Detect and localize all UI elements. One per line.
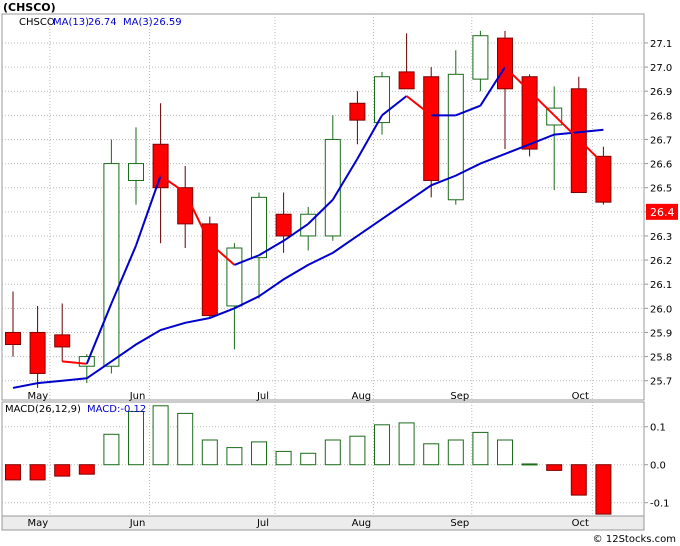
macd-tick-label: 0.0: [650, 461, 666, 472]
macd-bar: [497, 439, 513, 466]
macd-month-label: Jul: [256, 518, 269, 529]
price-month-label: Jun: [129, 391, 146, 402]
macd-bar: [324, 439, 341, 466]
candle-body: [447, 73, 464, 201]
candle-body: [324, 138, 341, 237]
candle-body: [201, 223, 218, 317]
macd-bar: [128, 411, 144, 466]
price-tick-label: 27.1: [650, 39, 672, 50]
price-tick-label: 25.9: [650, 328, 672, 339]
macd-y-axis: 0.1 0.0 -0.1: [644, 423, 670, 510]
macd-bar: [29, 464, 46, 481]
candle-body: [226, 247, 243, 307]
macd-title: MACD(26,12,9): [5, 404, 81, 415]
legend-ma13-label: MA(13): [53, 17, 89, 28]
macd-month-label: Oct: [572, 518, 589, 529]
candle-body: [497, 37, 513, 90]
month-strip: [1, 515, 645, 531]
candle-body: [103, 163, 120, 367]
macd-tick-label: -0.1: [650, 499, 670, 510]
macd-bar: [54, 464, 71, 477]
macd-bar: [103, 433, 120, 466]
price-month-label: May: [28, 391, 49, 402]
macd-month-label: Aug: [352, 518, 372, 529]
macd-month-label: Sep: [450, 518, 469, 529]
price-tick-label: 26.0: [650, 304, 672, 315]
last-price-label: 26.4: [650, 206, 675, 219]
candle-body: [54, 334, 71, 348]
price-tick-label: 26.2: [650, 256, 672, 267]
price-month-label: Oct: [572, 391, 589, 402]
price-month-label: Aug: [352, 391, 372, 402]
candle-body: [472, 35, 489, 80]
candle-body: [349, 102, 366, 121]
macd-bar: [201, 439, 218, 466]
candle-body: [521, 76, 538, 150]
macd-bar: [300, 452, 317, 466]
candle-body: [251, 196, 267, 259]
candle-body: [29, 331, 46, 374]
macd-month-label: Jun: [129, 518, 146, 529]
macd-bar: [177, 412, 194, 466]
price-panel: [1, 13, 645, 401]
price-tick-label: 26.9: [650, 87, 672, 98]
price-tick-label: 26.5: [650, 184, 672, 195]
macd-bar: [78, 464, 95, 475]
price-tick-label: 25.8: [650, 353, 672, 364]
candle-body: [423, 76, 440, 181]
price-tick-label: 26.8: [650, 111, 672, 122]
candle-body: [275, 213, 292, 237]
legend-ma13-value: 26.74: [88, 17, 117, 28]
price-tick-label: 26.7: [650, 135, 672, 146]
macd-tick-label: 0.1: [650, 423, 666, 434]
macd-bar: [374, 424, 390, 466]
legend-symbol: CHSCO: [19, 17, 55, 28]
price-tick-label: 26.6: [650, 160, 672, 171]
macd-bar: [447, 439, 464, 466]
candle-body: [5, 331, 21, 346]
symbol-label: (CHSCO): [3, 1, 56, 14]
macd-panel: [1, 401, 645, 517]
price-tick-label: 26.3: [650, 232, 672, 243]
macd-bar: [595, 464, 612, 515]
legend-ma3-label: MA(3): [123, 17, 153, 28]
macd-bar: [349, 435, 366, 466]
legend-ma3-value: 26.59: [153, 17, 182, 28]
credit-text: © 12Stocks.com: [593, 534, 676, 545]
stock-chart: 25.7 25.8 25.9 26.0 26.1 26.2 26.3 26.4 26.5 26.6…: [1, 1, 678, 545]
price-tick-label: 25.7: [650, 377, 672, 388]
macd-bar: [275, 450, 292, 466]
candle-body: [128, 163, 144, 181]
macd-bar: [251, 441, 267, 466]
price-month-label: Jul: [256, 391, 269, 402]
macd-value-label: MACD:-0.12: [87, 404, 146, 415]
macd-bar: [226, 447, 243, 466]
price-month-label: Sep: [450, 391, 469, 402]
macd-bar: [152, 405, 169, 466]
macd-month-label: May: [28, 518, 49, 529]
macd-bar: [423, 443, 440, 466]
price-tick-label: 27.0: [650, 63, 672, 74]
price-tick-label: 26.1: [650, 280, 672, 291]
candle-body: [398, 71, 415, 90]
macd-bar: [472, 431, 489, 466]
macd-bar: [5, 464, 21, 481]
macd-bar: [570, 464, 587, 496]
macd-bar: [398, 422, 415, 466]
macd-bar: [521, 463, 538, 466]
macd-bar: [546, 464, 563, 471]
candle-body: [152, 143, 169, 189]
